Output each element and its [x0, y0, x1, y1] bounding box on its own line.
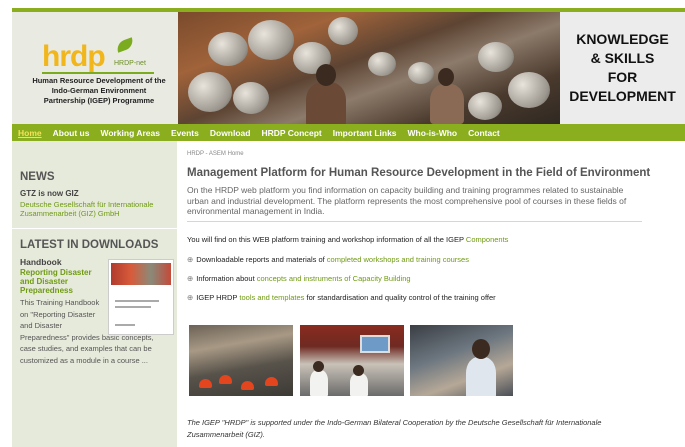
tagline-box: KNOWLEDGE & SKILLS FOR DEVELOPMENT: [560, 12, 685, 124]
site-header: hrdp HRDP-net Human Resource Development…: [12, 8, 685, 124]
breadcrumb[interactable]: HRDP - ASEM Home: [187, 151, 685, 157]
workshop-photo: [300, 325, 404, 396]
list-item: ⊕ Downloadable reports and materials of c…: [187, 255, 685, 264]
bullet-icon: ⊕: [187, 273, 194, 283]
nav-about-us[interactable]: About us: [53, 128, 90, 138]
nav-contact[interactable]: Contact: [468, 128, 500, 138]
logo-subtext: HRDP-net: [114, 60, 146, 67]
main-nav: Home About us Working Areas Events Downl…: [12, 124, 685, 141]
find-prefix: You will find on this WEB platform train…: [187, 234, 464, 244]
nav-working-areas[interactable]: Working Areas: [100, 128, 160, 138]
bullet-icon: ⊕: [187, 292, 194, 302]
news-link[interactable]: Deutsche Gesellschaft für Internationale…: [20, 200, 169, 218]
list-item: ⊕ IGEP HRDP tools and templates for stand…: [187, 293, 685, 302]
nav-hrdp-concept[interactable]: HRDP Concept: [261, 128, 321, 138]
download-item: Handbook Reporting Disaster and Disaster…: [20, 257, 174, 397]
nav-home[interactable]: Home: [18, 128, 42, 138]
download-link[interactable]: Reporting Disaster and Disaster Prepared…: [20, 268, 100, 295]
bullet-text: Downloadable reports and materials of: [196, 254, 325, 264]
download-description-part: This Training Handbook on "Reporting Dis…: [20, 298, 100, 330]
news-heading: NEWS: [20, 171, 55, 183]
hrdp-logo[interactable]: hrdp HRDP-net Human Resource Development…: [12, 12, 178, 124]
tools-templates-link[interactable]: tools and templates: [239, 293, 304, 302]
nav-important-links[interactable]: Important Links: [333, 128, 397, 138]
bullet-text: IGEP HRDP: [196, 292, 238, 302]
support-note: The IGEP "HRDP" is supported under the I…: [187, 418, 602, 439]
logo-wordmark: hrdp: [42, 40, 106, 73]
handbook-cover-thumbnail[interactable]: [108, 259, 174, 335]
tagline-line: & SKILLS: [590, 50, 655, 66]
leaf-icon: [114, 37, 136, 53]
lab-photo: [410, 325, 513, 396]
workers-photo: [189, 325, 293, 396]
nav-who-is-who[interactable]: Who-is-Who: [408, 128, 458, 138]
nav-download[interactable]: Download: [210, 128, 251, 138]
feature-list: ⊕ Downloadable reports and materials of c…: [187, 255, 685, 302]
tagline: KNOWLEDGE & SKILLS FOR DEVELOPMENT: [569, 30, 676, 106]
find-text: You will find on this WEB platform train…: [187, 235, 685, 244]
header-photo: [178, 12, 560, 124]
tagline-line: DEVELOPMENT: [569, 88, 676, 104]
workshops-link[interactable]: completed workshops and training courses: [327, 255, 469, 264]
bullet-text: for standardisation and quality control …: [306, 292, 496, 302]
components-link[interactable]: Components: [466, 235, 509, 244]
main-content: HRDP - ASEM Home Management Platform for…: [177, 141, 685, 447]
download-description-part: Preparedness" provides basic concepts, c…: [20, 332, 154, 365]
sidebar-divider: [12, 228, 177, 229]
tagline-line: KNOWLEDGE: [576, 31, 669, 47]
bullet-icon: ⊕: [187, 254, 194, 264]
intro-text: On the HRDP web platform you find inform…: [187, 185, 642, 222]
org-name: Human Resource Development of the Indo-G…: [32, 76, 166, 105]
nav-events[interactable]: Events: [171, 128, 199, 138]
news-title: GTZ is now GIZ: [20, 189, 79, 198]
tagline-line: FOR: [607, 69, 638, 85]
bullet-text: Information about: [196, 273, 255, 283]
logo-underline: [42, 72, 154, 74]
list-item: ⊕ Information about concepts and instrume…: [187, 274, 685, 283]
downloads-heading: LATEST IN DOWNLOADS: [20, 239, 159, 251]
page-title: Management Platform for Human Resource D…: [187, 167, 651, 179]
capacity-building-link[interactable]: concepts and instruments of Capacity Bui…: [257, 274, 411, 283]
sidebar: NEWS GTZ is now GIZ Deutsche Gesellschaf…: [12, 141, 177, 447]
